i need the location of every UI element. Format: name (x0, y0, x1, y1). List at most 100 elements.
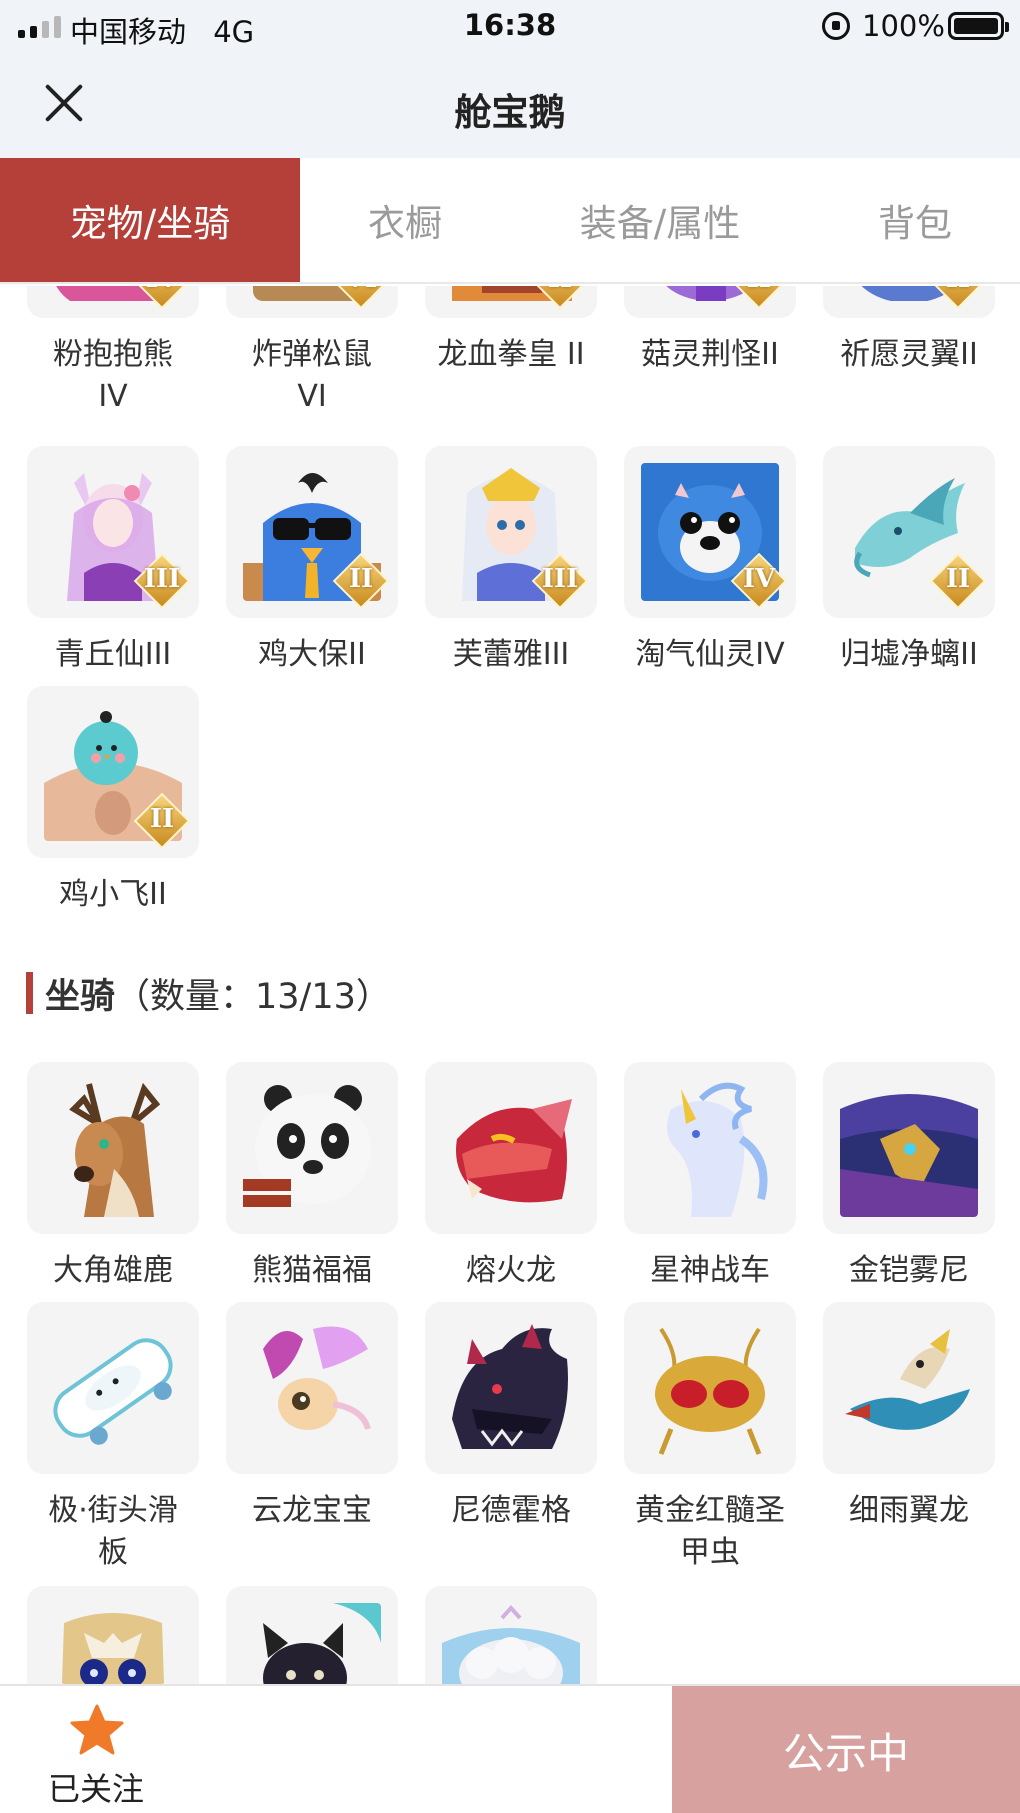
mount-ice-horse-image[interactable] (624, 1062, 796, 1234)
item-name: 细雨翼龙 (849, 1493, 969, 1528)
black-cat-artwork (243, 1603, 381, 1684)
mount-armored-bird-image[interactable] (823, 1062, 995, 1234)
item-name: 青丘仙III (54, 637, 172, 672)
rank-badge-icon: VI (332, 286, 390, 310)
item-name: 金铠雾尼 (849, 1253, 969, 1288)
item-name: 尼德霍格 (451, 1493, 571, 1528)
armored-bird-artwork (840, 1079, 978, 1217)
item-name: 黄金红髓圣 甲虫 (635, 1493, 785, 1570)
pet-fox-girl-image[interactable]: III (27, 446, 199, 618)
skateboard-artwork (44, 1319, 182, 1457)
pet-puppy-image[interactable]: IV (624, 446, 796, 618)
item-name: 粉抱抱熊 IV (53, 337, 173, 414)
signal-icon (18, 14, 61, 38)
tab-2[interactable]: 装备/属性 (510, 158, 810, 282)
pet-bear-image[interactable]: IV (27, 286, 199, 318)
pet-wing-image[interactable]: II (823, 286, 995, 318)
item-name: 极·街头滑 板 (48, 1493, 178, 1570)
mount-golden-beetle-image[interactable] (624, 1302, 796, 1474)
obscured-text: ▂▂▂▂▂▂ (255, 1800, 366, 1813)
rank-badge-icon: II (929, 286, 987, 310)
network-type: 4G (213, 15, 255, 49)
mount-skateboard-image[interactable] (27, 1302, 199, 1474)
mount-black-cat-image[interactable] (226, 1586, 398, 1684)
item-name: 祈愿灵翼II (840, 337, 978, 372)
tab-1[interactable]: 衣橱 (300, 158, 510, 282)
ice-horse-artwork (641, 1079, 779, 1217)
public-status-button[interactable]: 公示中 (672, 1686, 1020, 1813)
rank-numeral: IV (742, 564, 776, 594)
section-name: 坐骑 (45, 976, 116, 1017)
item-name: 云龙宝宝 (252, 1493, 372, 1528)
rank-numeral: III (541, 564, 579, 594)
rank-badge-icon: III (531, 552, 589, 610)
mount-pterosaur-image[interactable] (823, 1302, 995, 1474)
rank-badge-icon: II (929, 552, 987, 610)
rank-badge-icon: IV (730, 552, 788, 610)
rank-badge-icon: III (133, 552, 191, 610)
section-count: （数量：13/13） (115, 976, 391, 1017)
golden-beetle-artwork (641, 1319, 779, 1457)
nav-header: 舱宝鹅 (0, 52, 1020, 158)
cloud-dragon-artwork (243, 1319, 381, 1457)
page-title: 舱宝鹅 (454, 91, 566, 134)
rank-numeral: III (143, 564, 181, 594)
panda-artwork (243, 1079, 381, 1217)
section-accent-bar (26, 972, 33, 1014)
item-name: 淘气仙灵IV (635, 637, 785, 672)
item-name: 鸡大保II (258, 637, 366, 672)
rank-badge-icon: II (730, 286, 788, 310)
mount-cloud-dragon-image[interactable] (226, 1302, 398, 1474)
inventory-content[interactable]: 坐骑 （数量：13/13） IV 粉抱抱熊 IV VI 炸弹松鼠 VI II 龙血拳皇 I… (0, 286, 1020, 1684)
mount-sheep-image[interactable] (425, 1586, 597, 1684)
rank-badge-icon: II (133, 792, 191, 850)
dark-dragon-artwork (442, 1319, 580, 1457)
item-name: 归墟净螭II (840, 637, 978, 672)
item-name: 鸡小飞II (59, 877, 167, 912)
rank-badge-icon: II (332, 552, 390, 610)
mount-dark-dragon-image[interactable] (425, 1302, 597, 1474)
mount-fire-dragon-image[interactable] (425, 1062, 597, 1234)
pet-chick-image[interactable]: II (27, 686, 199, 858)
carrier-label: 中国移动 4G (70, 9, 254, 51)
pet-chicken-image[interactable]: II (226, 446, 398, 618)
pet-freya-image[interactable]: III (425, 446, 597, 618)
rank-numeral: II (149, 804, 175, 834)
pet-squirrel-image[interactable]: VI (226, 286, 398, 318)
status-bar: 中国移动 4G 16:38 100% (0, 0, 1020, 52)
item-name: 熊猫福福 (252, 1253, 372, 1288)
battery-percent: 100% (862, 9, 945, 43)
pet-mushroom-image[interactable]: II (624, 286, 796, 318)
pterosaur-artwork (840, 1319, 978, 1457)
mount-owl-image[interactable] (27, 1586, 199, 1684)
rank-numeral: II (730, 286, 788, 294)
owl-artwork (44, 1603, 182, 1684)
tab-3[interactable]: 背包 (810, 158, 1020, 282)
item-name: 星神战车 (650, 1253, 770, 1288)
sheep-artwork (442, 1603, 580, 1684)
carrier-name: 中国移动 (70, 15, 187, 49)
rank-numeral: II (531, 286, 589, 294)
pet-sea-dragon-image[interactable]: II (823, 446, 995, 618)
item-name: 龙血拳皇 II (437, 337, 585, 372)
pet-boxer-image[interactable]: II (425, 286, 597, 318)
tab-bar: 宠物/坐骑 衣橱 装备/属性 背包 (0, 158, 1020, 284)
rank-numeral: II (929, 286, 987, 294)
rank-numeral: IV (133, 286, 191, 294)
bottom-action-bar: ▂▂▂▂▂▂ ▂▂▂▂▂▂ 已关注 公示中 (0, 1684, 1020, 1813)
mount-section-title: 坐骑 （数量：13/13） (26, 971, 391, 1017)
rank-badge-icon: II (531, 286, 589, 310)
battery-icon (948, 12, 1009, 40)
rank-badge-icon: IV (133, 286, 191, 310)
mount-deer-image[interactable] (27, 1062, 199, 1234)
close-icon[interactable] (36, 76, 92, 132)
item-name: 大角雄鹿 (53, 1253, 173, 1288)
item-name: 菇灵荆怪II (641, 337, 779, 372)
follow-button[interactable]: 已关注 (26, 1686, 166, 1813)
item-name: 芙蕾雅III (452, 637, 570, 672)
mount-panda-image[interactable] (226, 1062, 398, 1234)
follow-label: 已关注 (47, 1770, 144, 1808)
item-name: 炸弹松鼠 VI (252, 337, 372, 414)
obscured-text: ▂▂▂▂▂▂ (455, 1800, 566, 1813)
tab-0[interactable]: 宠物/坐骑 (0, 158, 300, 282)
